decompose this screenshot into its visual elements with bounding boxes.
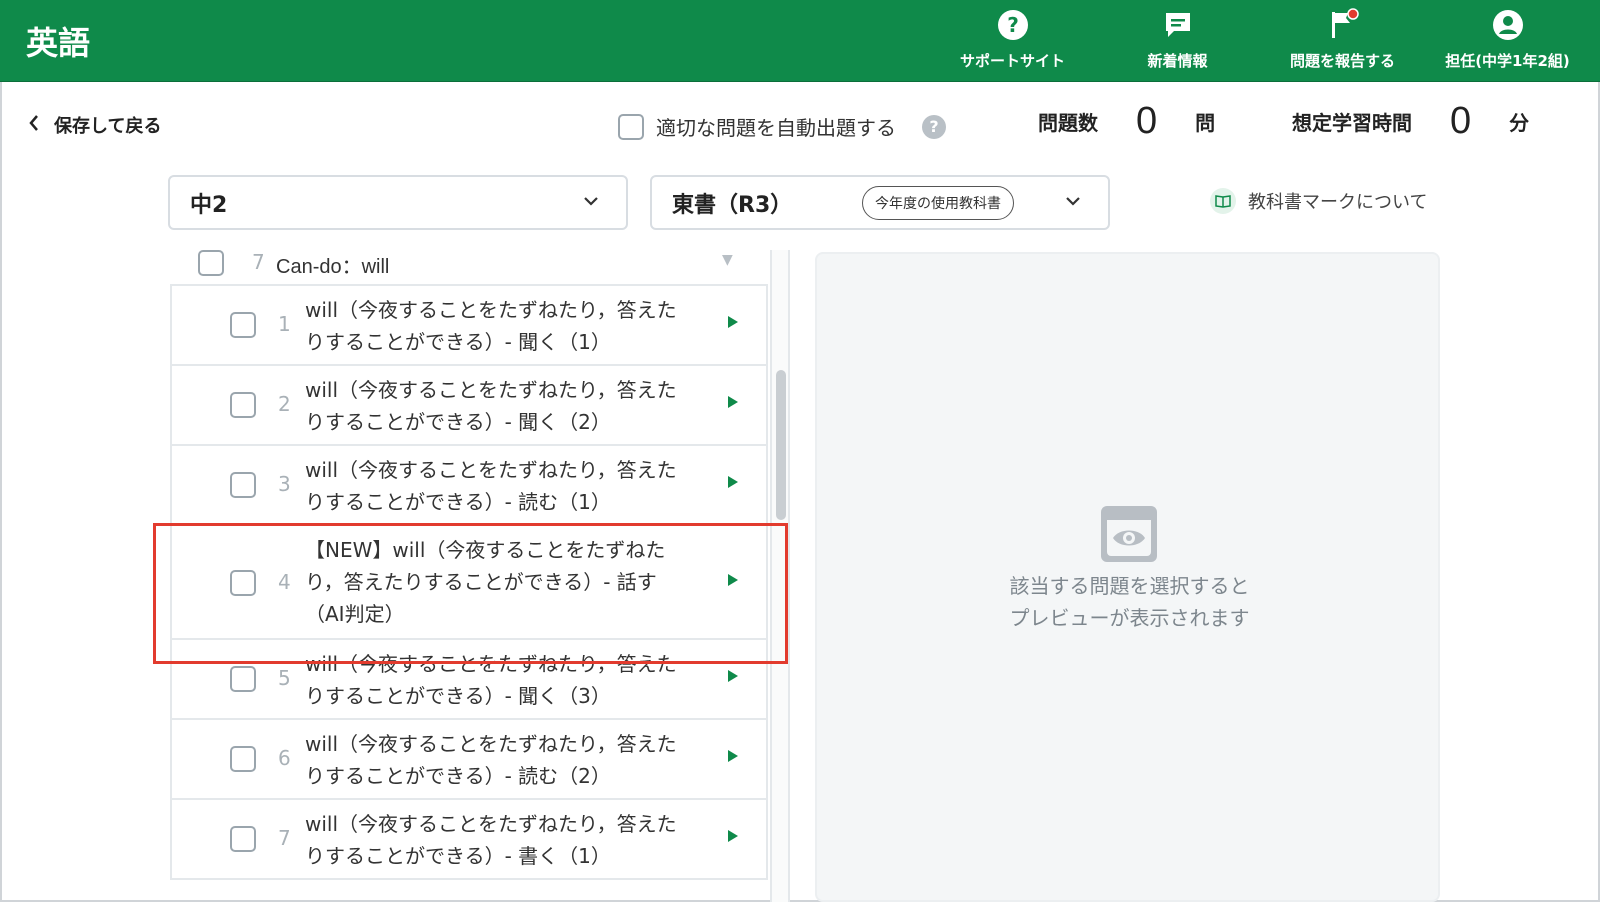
- list-item[interactable]: 7 will（今夜することをたずねたり，答えたりすることができる）- 書く（1）: [170, 800, 768, 880]
- item-checkbox[interactable]: [230, 312, 256, 338]
- nav-report-problem[interactable]: 問題を報告する: [1260, 0, 1425, 82]
- preview-line-2: プレビューが表示されます: [1009, 606, 1250, 630]
- save-and-back-label: 保存して戻る: [54, 116, 162, 137]
- question-count-unit: 問: [1195, 111, 1216, 135]
- list-item[interactable]: 5 will（今夜することをたずねたり，答えたりすることができる）- 聞く（3）: [170, 640, 768, 720]
- item-title: will（今夜することをたずねたり，答えたりすることができる）- 読む（2）: [305, 732, 677, 788]
- item-title: will（今夜することをたずねたり，答えたりすることができる）- 読む（1）: [305, 458, 677, 514]
- study-time-value: 0: [1450, 100, 1472, 142]
- group-title: Can-do：will: [276, 256, 390, 278]
- play-icon[interactable]: [728, 316, 738, 328]
- textbook-mark-link[interactable]: 教科書マークについて: [1210, 188, 1427, 214]
- group-checkbox[interactable]: [198, 250, 224, 276]
- item-checkbox[interactable]: [230, 472, 256, 498]
- nav-user-account[interactable]: 担任(中学1年2組): [1425, 0, 1590, 82]
- study-time-label: 想定学習時間: [1292, 111, 1412, 135]
- nav-user-label: 担任(中学1年2組): [1445, 52, 1570, 70]
- item-checkbox[interactable]: [230, 826, 256, 852]
- auto-assign-label: 適切な問題を自動出題する: [656, 116, 896, 140]
- item-checkbox[interactable]: [230, 666, 256, 692]
- help-icon[interactable]: ?: [922, 114, 946, 139]
- item-number: 1: [278, 312, 291, 336]
- message-icon: [1161, 8, 1195, 42]
- nav-news[interactable]: 新着情報: [1095, 0, 1260, 82]
- question-count: 問題数 0 問: [1038, 100, 1215, 143]
- help-circle-icon: ?: [996, 8, 1030, 42]
- scrollbar-thumb[interactable]: [776, 370, 786, 520]
- item-number: 4: [278, 570, 291, 594]
- app-title: 英語: [26, 24, 91, 62]
- user-icon: [1491, 8, 1525, 42]
- caret-down-icon[interactable]: ▼: [722, 252, 733, 268]
- list-item[interactable]: 4 【NEW】will（今夜することをたずねたり，答えたりすることができる）- …: [170, 526, 768, 640]
- chevron-down-icon: [582, 191, 600, 216]
- question-count-label: 問題数: [1038, 111, 1098, 135]
- preview-line-1: 該当する問題を選択すると: [1009, 574, 1250, 598]
- item-title: will（今夜することをたずねたり，答えたりすることができる）- 聞く（2）: [305, 378, 677, 434]
- play-icon[interactable]: [728, 750, 738, 762]
- book-icon: [1210, 188, 1236, 214]
- item-number: 3: [278, 472, 291, 496]
- item-title: will（今夜することをたずねたり，答えたりすることができる）- 聞く（3）: [305, 652, 677, 708]
- item-number: 5: [278, 666, 291, 690]
- chevron-down-icon: [1064, 191, 1082, 216]
- current-textbook-badge: 今年度の使用教科書: [862, 186, 1014, 220]
- nav-support-label: サポートサイト: [959, 52, 1065, 70]
- question-count-value: 0: [1136, 100, 1158, 142]
- play-icon[interactable]: [728, 830, 738, 842]
- auto-assign-option: 適切な問題を自動出題する ?: [618, 112, 946, 141]
- item-number: 2: [278, 392, 291, 416]
- list-item[interactable]: 2 will（今夜することをたずねたり，答えたりすることができる）- 聞く（2）: [170, 366, 768, 446]
- grade-select-value: 中2: [190, 192, 228, 218]
- preview-panel: 該当する問題を選択すると プレビューが表示されます: [815, 252, 1440, 902]
- header-nav: ? サポートサイト 新着情報 問題を報告する 担任(中学1年2組): [930, 0, 1590, 82]
- textbook-select-value: 東書（R3）: [672, 192, 793, 218]
- item-checkbox[interactable]: [230, 570, 256, 596]
- list-scrollbar[interactable]: [770, 250, 790, 902]
- grade-select[interactable]: 中2: [168, 175, 628, 230]
- flag-icon: [1326, 8, 1360, 42]
- study-time-unit: 分: [1509, 111, 1530, 135]
- list-item[interactable]: 6 will（今夜することをたずねたり，答えたりすることができる）- 読む（2）: [170, 720, 768, 800]
- nav-news-label: 新着情報: [1147, 52, 1208, 70]
- play-icon[interactable]: [728, 670, 738, 682]
- list-item[interactable]: 3 will（今夜することをたずねたり，答えたりすることができる）- 読む（1）: [170, 446, 768, 526]
- item-checkbox[interactable]: [230, 746, 256, 772]
- eye-icon: [1101, 506, 1157, 562]
- item-number: 6: [278, 746, 291, 770]
- nav-support-site[interactable]: ? サポートサイト: [930, 0, 1095, 82]
- play-icon[interactable]: [728, 476, 738, 488]
- save-and-back-button[interactable]: 保存して戻る: [28, 112, 161, 138]
- play-icon[interactable]: [728, 396, 738, 408]
- question-list: 7 Can-do：will ▼ 1 will（今夜することをたずねたり，答えたり…: [170, 250, 790, 902]
- group-number: 7: [252, 250, 265, 274]
- app-header: 英語 ? サポートサイト 新着情報 問題を報告する 担任(中学1年2組): [0, 0, 1600, 82]
- item-title: will（今夜することをたずねたり，答えたりすることができる）- 聞く（1）: [305, 298, 677, 354]
- textbook-select[interactable]: 東書（R3） 今年度の使用教科書: [650, 175, 1110, 230]
- item-title: will（今夜することをたずねたり，答えたりすることができる）- 書く（1）: [305, 812, 677, 868]
- auto-assign-checkbox[interactable]: [618, 113, 644, 140]
- chevron-left-icon: [28, 114, 40, 137]
- study-time: 想定学習時間 0 分: [1292, 100, 1529, 143]
- svg-text:?: ?: [1007, 13, 1019, 37]
- item-checkbox[interactable]: [230, 392, 256, 418]
- textbook-mark-label: 教科書マークについて: [1248, 192, 1428, 213]
- item-number: 7: [278, 826, 291, 850]
- list-item[interactable]: 1 will（今夜することをたずねたり，答えたりすることができる）- 聞く（1）: [170, 286, 768, 366]
- preview-placeholder: 該当する問題を選択すると プレビューが表示されます: [817, 570, 1442, 634]
- nav-report-label: 問題を報告する: [1289, 52, 1395, 70]
- item-title: 【NEW】will（今夜することをたずねたり，答えたりすることができる）- 話す…: [305, 538, 666, 626]
- play-icon[interactable]: [728, 574, 738, 586]
- question-group[interactable]: 7 Can-do：will ▼: [170, 250, 768, 286]
